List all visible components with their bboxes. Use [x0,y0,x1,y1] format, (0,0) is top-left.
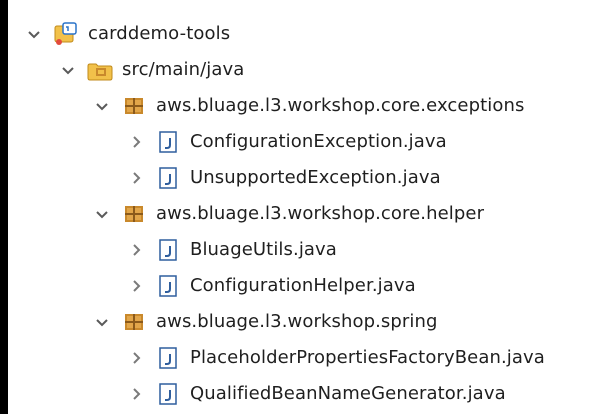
chevron-down-icon[interactable] [92,96,112,116]
java-file-icon [154,344,182,372]
source-folder-label: src/main/java [122,59,245,80]
file-row[interactable]: UnsupportedException.java [126,160,441,196]
package-row[interactable]: aws.bluage.l3.workshop.core.helper [92,196,484,232]
chevron-right-icon[interactable] [126,384,146,404]
file-row[interactable]: BluageUtils.java [126,232,337,268]
java-file-icon [154,272,182,300]
chevron-down-icon[interactable] [24,24,44,44]
file-label: BluageUtils.java [190,239,337,260]
java-project-icon [52,20,80,48]
package-icon [120,92,148,120]
package-label: aws.bluage.l3.workshop.core.helper [156,203,485,224]
chevron-right-icon[interactable] [126,348,146,368]
java-file-icon [154,128,182,156]
project-label: carddemo-tools [88,23,231,44]
file-label: PlaceholderPropertiesFactoryBean.java [190,347,545,368]
chevron-down-icon[interactable] [58,60,78,80]
package-row[interactable]: aws.bluage.l3.workshop.core.exceptions [92,88,524,124]
file-label: ConfigurationHelper.java [190,275,416,296]
package-label: aws.bluage.l3.workshop.core.exceptions [156,95,525,116]
file-label: ConfigurationException.java [190,131,447,152]
chevron-right-icon[interactable] [126,132,146,152]
file-row[interactable]: ConfigurationException.java [126,124,447,160]
chevron-down-icon[interactable] [92,204,112,224]
file-label: QualifiedBeanNameGenerator.java [190,383,506,404]
file-label: UnsupportedException.java [190,167,441,188]
java-file-icon [154,236,182,264]
file-row[interactable]: ConfigurationHelper.java [126,268,416,304]
chevron-down-icon[interactable] [92,312,112,332]
package-icon [120,308,148,336]
package-label: aws.bluage.l3.workshop.spring [156,311,438,332]
source-folder-icon [86,56,114,84]
chevron-right-icon[interactable] [126,240,146,260]
chevron-right-icon[interactable] [126,168,146,188]
package-icon [120,200,148,228]
file-row[interactable]: QualifiedBeanNameGenerator.java [126,376,506,412]
chevron-right-icon[interactable] [126,276,146,296]
package-row[interactable]: aws.bluage.l3.workshop.spring [92,304,438,340]
source-folder-row[interactable]: src/main/java [58,52,244,88]
java-file-icon [154,380,182,408]
project-row[interactable]: carddemo-tools [24,16,230,52]
package-explorer-tree: carddemo-tools src/main/java aws.bluage.… [0,0,605,414]
java-file-icon [154,164,182,192]
file-row[interactable]: PlaceholderPropertiesFactoryBean.java [126,340,545,376]
